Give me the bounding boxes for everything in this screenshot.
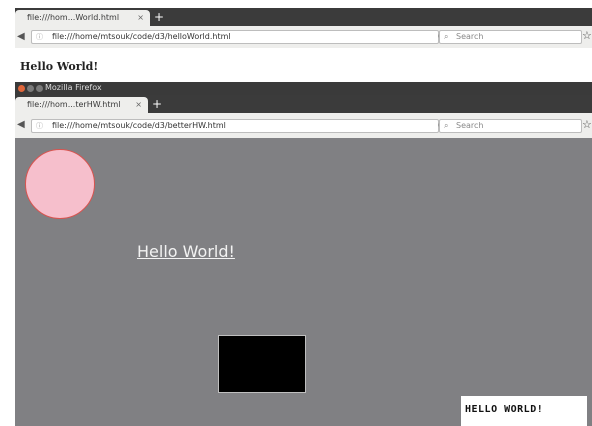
hello-world-caps-text: HELLO WORLD! [465, 404, 544, 415]
firefox-window-hello-world: file:///hom...World.html × + ◀ ⓘ file://… [15, 8, 592, 82]
info-icon[interactable]: ⓘ [36, 121, 43, 131]
tab-better-hello-world[interactable]: file:///hom...terHW.html × [15, 97, 148, 113]
search-icon: ⌕ [444, 32, 449, 41]
search-input[interactable]: ⌕ Search [439, 119, 582, 133]
url-text: file:///home/mtsouk/code/d3/betterHW.htm… [52, 121, 226, 130]
hello-world-link[interactable]: Hello World! [137, 242, 235, 261]
firefox-window-better-hello-world: Mozilla Firefox file:///hom...terHW.html… [15, 82, 592, 426]
close-icon[interactable]: × [135, 100, 142, 109]
search-placeholder: Search [456, 121, 484, 130]
tab-hello-world[interactable]: file:///hom...World.html × [15, 10, 150, 26]
url-text: file:///home/mtsouk/code/d3/helloWorld.h… [52, 32, 231, 41]
new-tab-button[interactable]: + [154, 11, 164, 23]
window-title-bar: Mozilla Firefox [15, 82, 592, 95]
minimize-window-button[interactable] [27, 85, 34, 92]
url-bar[interactable]: ⓘ file:///home/mtsouk/code/d3/betterHW.h… [31, 119, 444, 133]
bookmark-star-icon[interactable]: ☆ [582, 29, 592, 42]
tab-bar: file:///hom...World.html × + [15, 8, 592, 26]
page-content: Hello World! HELLO WORLD! [15, 138, 592, 426]
black-rectangle [218, 335, 306, 393]
search-icon: ⌕ [444, 121, 449, 130]
tab-title: file:///hom...terHW.html [27, 100, 121, 109]
search-input[interactable]: ⌕ Search [439, 30, 582, 44]
close-window-button[interactable] [18, 85, 25, 92]
maximize-window-button[interactable] [36, 85, 43, 92]
back-arrow-icon[interactable]: ◀ [17, 119, 25, 130]
back-arrow-icon[interactable]: ◀ [17, 31, 25, 42]
bookmark-star-icon[interactable]: ☆ [582, 118, 592, 131]
hello-world-text: Hello World! [20, 60, 99, 73]
hello-world-caps-box: HELLO WORLD! [461, 396, 587, 426]
url-bar[interactable]: ⓘ file:///home/mtsouk/code/d3/helloWorld… [31, 30, 444, 44]
page-content: Hello World! [15, 48, 592, 82]
new-tab-button[interactable]: + [152, 98, 162, 110]
close-icon[interactable]: × [137, 13, 144, 22]
tab-bar: file:///hom...terHW.html × + [15, 95, 592, 113]
navigation-bar: ◀ ⓘ file:///home/mtsouk/code/d3/betterHW… [15, 113, 592, 139]
search-placeholder: Search [456, 32, 484, 41]
tab-title: file:///hom...World.html [27, 13, 120, 22]
pink-circle [25, 149, 95, 219]
window-title: Mozilla Firefox [45, 83, 102, 92]
info-icon[interactable]: ⓘ [36, 32, 43, 42]
navigation-bar: ◀ ⓘ file:///home/mtsouk/code/d3/helloWor… [15, 26, 592, 49]
